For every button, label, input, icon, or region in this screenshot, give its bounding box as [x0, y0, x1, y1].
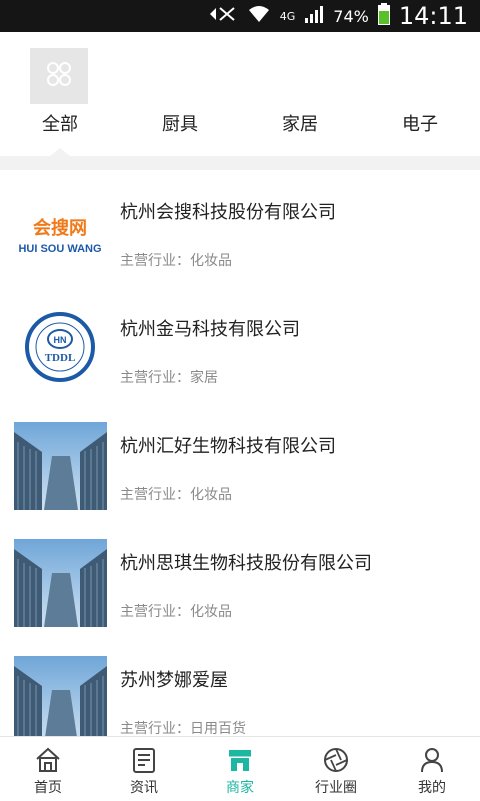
status-bar: 4G 74% 14:11 [0, 0, 480, 32]
company-logo: 会搜网 HUI SOU WANG [14, 186, 107, 274]
wifi-icon [246, 4, 272, 28]
category-bar: 全部 厨具 家居 电子 [0, 32, 480, 156]
tab-kitchenware[interactable]: 厨具 [120, 114, 240, 154]
shop-icon [229, 750, 251, 771]
clock: 14:11 [398, 2, 468, 30]
logo-text: TDDL [45, 352, 76, 364]
grid-icon [45, 60, 73, 92]
category-all-icon-box[interactable] [30, 48, 88, 104]
nav-shop[interactable]: 商家 [192, 737, 288, 801]
company-name: 杭州金马科技有限公司 [120, 319, 300, 340]
home-icon [36, 747, 60, 772]
company-image [14, 422, 107, 510]
tab-home[interactable]: 家居 [240, 114, 360, 154]
company-image [14, 656, 107, 736]
nav-mine[interactable]: 我的 [384, 737, 480, 801]
nav-home-label: 首页 [34, 780, 62, 796]
tab-electronics[interactable]: 电子 [360, 114, 480, 154]
nav-news[interactable]: 资讯 [96, 737, 192, 801]
nav-industry-circle-label: 行业圈 [315, 780, 357, 796]
company-industry: 主营行业：家居 [120, 370, 218, 386]
company-logo: HN TDDL [14, 303, 107, 391]
logo-text: 会搜网 [33, 217, 87, 239]
logo-subtext: HUI SOU WANG [18, 243, 101, 255]
company-name: 杭州思琪生物科技股份有限公司 [120, 553, 372, 574]
nav-shop-label: 商家 [226, 780, 254, 796]
aperture-icon [324, 748, 348, 772]
nav-mine-label: 我的 [418, 780, 446, 796]
list-item[interactable]: 杭州思琪生物科技股份有限公司 主营行业：化妆品 [0, 521, 480, 638]
bottom-nav: 首页 资讯 商家 行业圈 我的 [0, 736, 480, 801]
category-tabs: 全部 厨具 家居 电子 [0, 114, 480, 154]
company-image [14, 539, 107, 627]
user-icon [421, 748, 443, 773]
company-industry: 主营行业：化妆品 [120, 604, 232, 620]
nav-news-label: 资讯 [130, 780, 158, 796]
active-tab-indicator [50, 148, 70, 156]
list-item[interactable]: 苏州梦娜爱屋 主营行业：日用百货 [0, 638, 480, 736]
news-icon [133, 748, 155, 773]
list-item[interactable]: 杭州汇好生物科技有限公司 主营行业：化妆品 [0, 404, 480, 521]
company-industry: 主营行业：日用百货 [120, 721, 246, 736]
nav-home[interactable]: 首页 [0, 737, 96, 801]
company-list: 会搜网 HUI SOU WANG 杭州会搜科技股份有限公司 主营行业：化妆品 H… [0, 170, 480, 736]
company-industry: 主营行业：化妆品 [120, 487, 232, 503]
mute-icon [208, 4, 238, 28]
list-item[interactable]: HN TDDL 杭州金马科技有限公司 主营行业：家居 [0, 287, 480, 404]
logo-subtext: HN [54, 335, 67, 345]
company-name: 苏州梦娜爱屋 [120, 670, 228, 691]
company-industry: 主营行业：化妆品 [120, 253, 232, 269]
company-name: 杭州会搜科技股份有限公司 [120, 202, 336, 223]
signal-icon [303, 4, 325, 28]
section-divider [0, 156, 480, 170]
battery-percent: 74% [333, 6, 369, 26]
list-item[interactable]: 会搜网 HUI SOU WANG 杭州会搜科技股份有限公司 主营行业：化妆品 [0, 170, 480, 287]
network-type: 4G [279, 9, 296, 23]
company-name: 杭州汇好生物科技有限公司 [120, 436, 336, 457]
battery-icon [377, 3, 391, 29]
nav-industry-circle[interactable]: 行业圈 [288, 737, 384, 801]
